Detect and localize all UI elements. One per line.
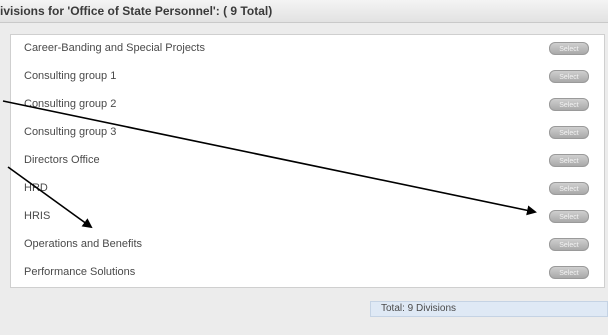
annotation-arrow-to-operations — [7, 166, 93, 229]
annotation-arrow-to-hris-select — [2, 100, 537, 216]
annotation-arrows — [2, 100, 537, 229]
